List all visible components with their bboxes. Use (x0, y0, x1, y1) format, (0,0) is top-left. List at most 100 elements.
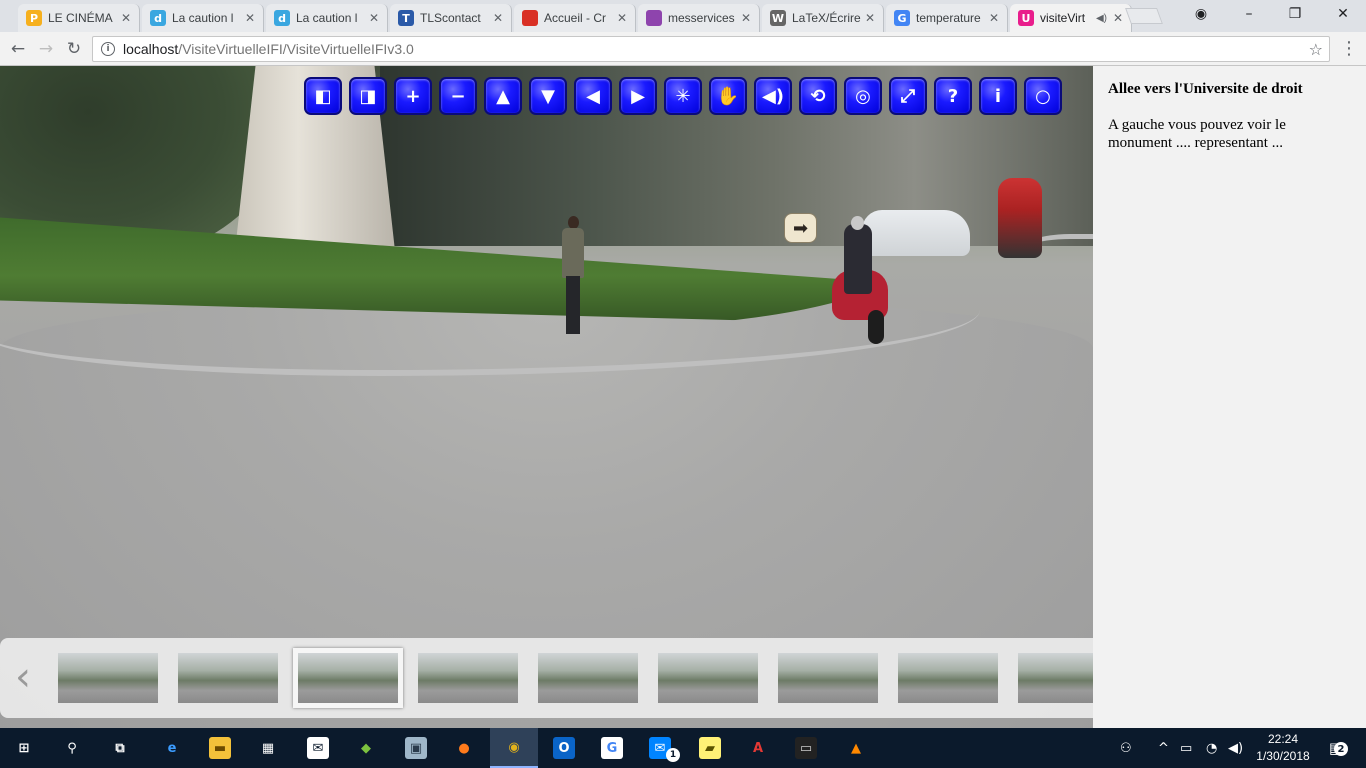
bookmark-star-icon[interactable]: ☆ (1309, 40, 1323, 59)
panorama-person (562, 216, 584, 336)
google-icon[interactable]: G (588, 728, 636, 768)
close-icon[interactable]: ○ (1024, 77, 1062, 115)
tab-close-icon[interactable]: ✕ (615, 11, 629, 25)
tab-1[interactable]: d La caution l ✕ (142, 4, 264, 32)
arrow-down-icon[interactable]: ▼ (529, 77, 567, 115)
file-explorer-icon-glyph: ▬ (209, 737, 231, 759)
task-view-icon[interactable]: ⧉ (96, 728, 144, 768)
zoom-out-icon[interactable]: − (439, 77, 477, 115)
panorama-thumbnail[interactable] (658, 653, 758, 703)
info-icon[interactable]: i (979, 77, 1017, 115)
viewer-control-bar: ◧ ◨ + − ▲ ▼ ◀ ▶ ✳ ✋ ◀) ⟲ ◎ ⤢? i ○ (304, 77, 1062, 115)
panorama-thumbnail[interactable] (58, 653, 158, 703)
sticky-notes-icon-glyph: ▰ (699, 737, 721, 759)
new-tab-button[interactable] (1125, 8, 1163, 24)
tab-close-icon[interactable]: ✕ (243, 11, 257, 25)
wifi-icon[interactable]: ◔ (1206, 728, 1217, 768)
tab-favicon-icon (522, 10, 538, 26)
tab-audio-icon[interactable]: ◀) (1096, 13, 1107, 24)
tab-close-icon[interactable]: ✕ (119, 11, 133, 25)
tab-close-icon[interactable]: ✕ (863, 11, 877, 25)
arrow-right-icon[interactable]: ▶ (619, 77, 657, 115)
tray-chevron-icon[interactable]: ^ (1158, 728, 1169, 768)
site-info-icon[interactable]: i (101, 42, 115, 56)
view-left-icon[interactable]: ◧ (304, 77, 342, 115)
view-right-icon[interactable]: ◨ (349, 77, 387, 115)
terminal-icon-glyph: ▭ (795, 737, 817, 759)
photos-icon[interactable]: ▣ (392, 728, 440, 768)
hotspot-arrow-icon[interactable]: ➡ (784, 213, 817, 243)
bluestacks-icon[interactable]: ◆ (342, 728, 390, 768)
tab-close-icon[interactable]: ✕ (491, 11, 505, 25)
system-clock[interactable]: 22:24 1/30/2018 (1246, 731, 1320, 765)
forward-button[interactable]: → (34, 37, 58, 61)
account-icon[interactable]: ◉ (1178, 0, 1224, 28)
sticky-notes-icon[interactable]: ▰ (686, 728, 734, 768)
zoom-in-icon[interactable]: + (394, 77, 432, 115)
bluestacks-icon-glyph: ◆ (361, 740, 371, 756)
edge-icon[interactable]: e (148, 728, 196, 768)
info-panel: Allee vers l'Universite de droit A gauch… (1093, 66, 1366, 728)
panorama-thumbnail[interactable] (418, 653, 518, 703)
tab-close-icon[interactable]: ✕ (987, 11, 1001, 25)
file-explorer-icon[interactable]: ▬ (196, 728, 244, 768)
tab-close-icon[interactable]: ✕ (1111, 11, 1125, 25)
vlc-icon[interactable]: ▲ (832, 728, 880, 768)
fullscreen-icon[interactable]: ⤢ (889, 77, 927, 115)
url-path: /VisiteVirtuelleIFI/VisiteVirtuelleIFIv3… (178, 41, 414, 57)
back-button[interactable]: ← (6, 37, 30, 61)
panorama-viewer[interactable]: ◧ ◨ + − ▲ ▼ ◀ ▶ ✳ ✋ ◀) ⟲ ◎ ⤢? i ○ ➡ ‹ (0, 66, 1093, 728)
tab-title: La caution l (172, 11, 234, 25)
panorama-thumbnail[interactable] (293, 648, 403, 708)
tab-close-icon[interactable]: ✕ (367, 11, 381, 25)
tab-close-icon[interactable]: ✕ (739, 11, 753, 25)
arrow-up-icon[interactable]: ▲ (484, 77, 522, 115)
people-icon[interactable]: ⚇ (1120, 728, 1132, 768)
messenger-icon[interactable]: ✉ 1 (636, 728, 684, 768)
tab-3[interactable]: T TLScontact ✕ (390, 4, 512, 32)
sound-icon[interactable]: ◀) (754, 77, 792, 115)
panorama-thumbnail[interactable] (778, 653, 878, 703)
minimize-button[interactable]: – (1226, 0, 1272, 28)
thumbnail-prev-icon[interactable]: ‹ (8, 652, 38, 702)
vr-icon[interactable]: ◎ (844, 77, 882, 115)
reload-button[interactable]: ↻ (62, 37, 86, 61)
battery-icon[interactable]: ▭ (1180, 728, 1192, 768)
tab-2[interactable]: d La caution l ✕ (266, 4, 388, 32)
menu-icon[interactable]: ⋮ (1340, 38, 1358, 59)
terminal-icon[interactable]: ▭ (782, 728, 830, 768)
tab-5[interactable]: messervices ✕ (638, 4, 760, 32)
restore-button[interactable]: ❐ (1272, 0, 1318, 28)
thumbnail-strip: ‹ (0, 638, 1093, 718)
tab-8[interactable]: UvisiteVirt ◀) ✕ (1010, 4, 1132, 32)
address-bar[interactable]: i localhost/VisiteVirtuelleIFI/VisiteVir… (92, 36, 1330, 62)
chrome-icon[interactable]: ◉ (490, 728, 538, 768)
panorama-thumbnail[interactable] (898, 653, 998, 703)
acrobat-icon[interactable]: A (734, 728, 782, 768)
panorama-thumbnail[interactable] (178, 653, 278, 703)
search-icon[interactable]: ⚲ (48, 728, 96, 768)
tab-4[interactable]: Accueil - Cr ✕ (514, 4, 636, 32)
tab-0[interactable]: P LE CINÉMA ✕ (18, 4, 140, 32)
close-window-button[interactable]: ✕ (1320, 0, 1366, 28)
arrow-left-icon[interactable]: ◀ (574, 77, 612, 115)
mail-icon-glyph: ✉ (307, 737, 329, 759)
tab-favicon-icon (646, 10, 662, 26)
outlook-icon[interactable]: O (540, 728, 588, 768)
rotate-icon[interactable]: ⟲ (799, 77, 837, 115)
panorama-scooter-rider (826, 216, 892, 344)
store-icon[interactable]: ▦ (244, 728, 292, 768)
tab-favicon-icon: P (26, 10, 42, 26)
start-icon[interactable]: ⊞ (0, 728, 48, 768)
volume-icon[interactable]: ◀) (1228, 728, 1243, 768)
autorotate-icon[interactable]: ✳ (664, 77, 702, 115)
help-icon[interactable]: ? (934, 77, 972, 115)
mail-icon[interactable]: ✉ (294, 728, 342, 768)
panorama-thumbnail[interactable] (538, 653, 638, 703)
hand-icon[interactable]: ✋ (709, 77, 747, 115)
tab-7[interactable]: Gtemperature ✕ (886, 4, 1008, 32)
panorama-thumbnail[interactable] (1018, 653, 1093, 703)
tab-6[interactable]: W LaTeX/Écrire ✕ (762, 4, 884, 32)
windows-taskbar: ⊞ ⚲ ⧉ e ▬ ▦ ✉ ◆ ▣ ● ◉ O G ✉ 1 ▰ A ▭ ▲ ⚇ ^ ▭ ◔ ◀) 22:24 1/3… (0, 728, 1366, 768)
firefox-icon[interactable]: ● (440, 728, 488, 768)
